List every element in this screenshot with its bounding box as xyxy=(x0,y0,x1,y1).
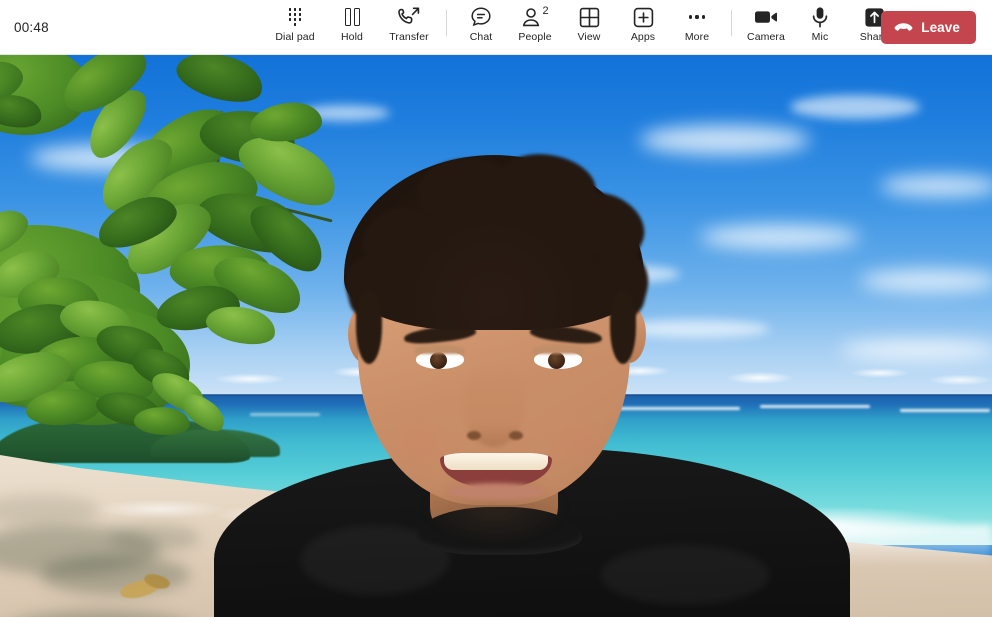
wet-sand-edge xyxy=(600,525,992,565)
cloud xyxy=(880,175,992,197)
transfer-label: Transfer xyxy=(389,31,429,43)
mic-button[interactable]: Mic xyxy=(793,0,847,50)
toolbar-actions: Dial pad Hold Transfer Chat 2 People Vie… xyxy=(265,0,901,55)
cloud xyxy=(640,125,810,155)
hold-label: Hold xyxy=(341,31,363,43)
people-button[interactable]: 2 People xyxy=(508,0,562,50)
call-toolbar: 00:48 Dial pad Hold Transfer Chat 2 Peop… xyxy=(0,0,992,55)
reef-foam xyxy=(900,409,990,412)
cloud xyxy=(700,225,860,249)
cloud xyxy=(790,95,920,119)
microphone-icon xyxy=(811,6,829,28)
camera-label: Camera xyxy=(747,31,785,43)
grid-icon xyxy=(579,6,600,28)
toolbar-divider-1 xyxy=(446,10,447,36)
ellipsis-icon xyxy=(689,6,705,28)
more-label: More xyxy=(684,31,710,43)
video-stage[interactable] xyxy=(0,55,992,617)
leave-call-button[interactable]: Leave xyxy=(881,11,976,44)
chat-button[interactable]: Chat xyxy=(454,0,508,50)
more-button[interactable]: More xyxy=(670,0,724,50)
camera-button[interactable]: Camera xyxy=(739,0,793,50)
chat-bubble-icon xyxy=(470,6,492,28)
transfer-button[interactable]: Transfer xyxy=(379,0,439,50)
people-label: People xyxy=(518,31,552,43)
chat-label: Chat xyxy=(469,31,493,43)
call-timer: 00:48 xyxy=(14,20,49,35)
call-window: 00:48 Dial pad Hold Transfer Chat 2 Peop… xyxy=(0,0,992,617)
video-camera-icon xyxy=(754,6,778,28)
sand-shadow xyxy=(110,525,200,551)
cloud xyxy=(560,265,680,283)
sand-shadow xyxy=(40,555,190,595)
toolbar-divider-2 xyxy=(731,10,732,36)
cloud xyxy=(620,320,770,338)
reef-foam xyxy=(760,405,870,408)
call-transfer-icon xyxy=(397,6,421,28)
tropical-beach-background xyxy=(0,55,992,617)
apps-button[interactable]: Apps xyxy=(616,0,670,50)
reef-foam xyxy=(250,413,320,416)
people-count-badge: 2 xyxy=(542,5,549,17)
cloud xyxy=(840,340,992,360)
pause-icon xyxy=(344,6,360,28)
hangup-phone-icon xyxy=(894,22,913,34)
dialpad-icon xyxy=(288,6,303,28)
dial-pad-label: Dial pad xyxy=(275,31,315,43)
reef-foam xyxy=(600,407,740,410)
plus-square-icon xyxy=(633,6,654,28)
leave-label: Leave xyxy=(921,20,960,35)
dial-pad-button[interactable]: Dial pad xyxy=(265,0,325,50)
cloud xyxy=(860,270,992,292)
person-icon: 2 xyxy=(521,5,549,28)
hold-button[interactable]: Hold xyxy=(325,0,379,50)
mic-label: Mic xyxy=(811,31,829,43)
view-button[interactable]: View xyxy=(562,0,616,50)
apps-label: Apps xyxy=(630,31,656,43)
view-label: View xyxy=(577,31,601,43)
